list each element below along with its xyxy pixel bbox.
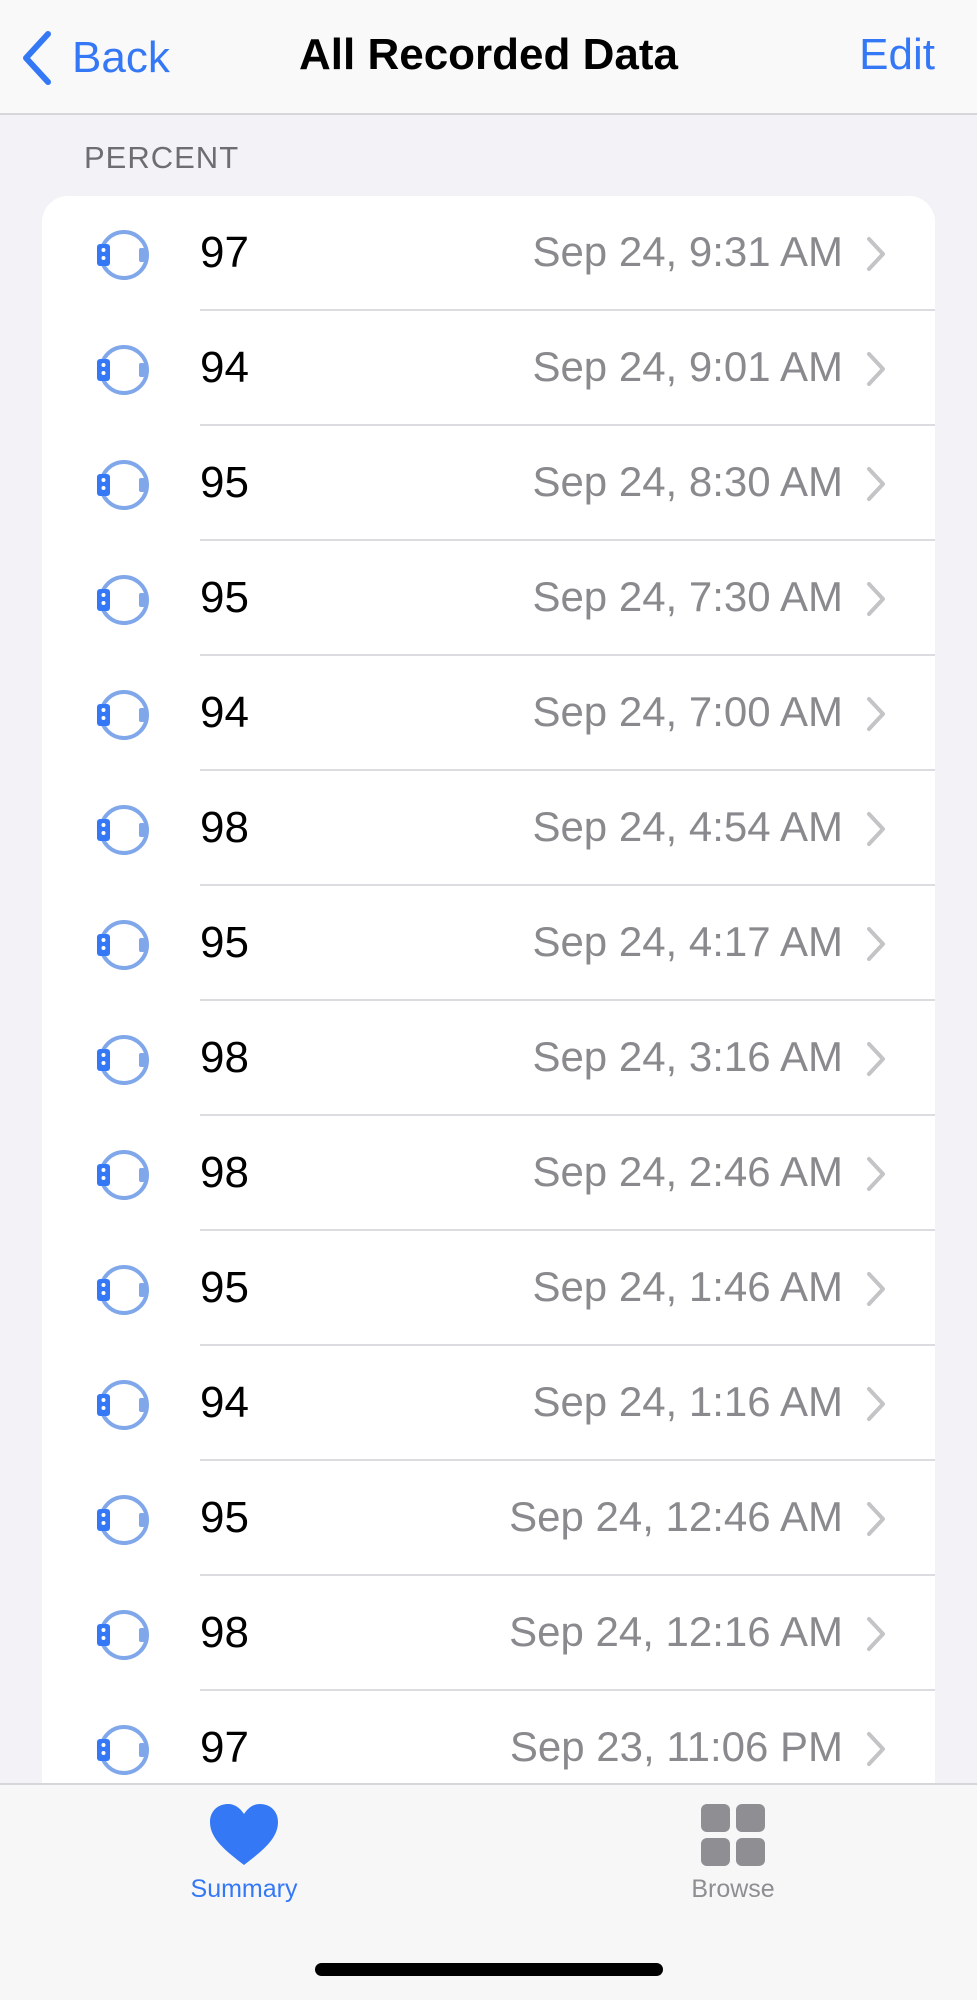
tab-summary-label: Summary	[190, 1875, 298, 1903]
record-value: 95	[200, 458, 249, 507]
apple-watch-icon	[94, 687, 150, 743]
record-value: 95	[200, 573, 249, 622]
record-date: Sep 24, 4:17 AM	[532, 918, 843, 965]
records-list: 97 Sep 24, 9:31 AM 94 Sep 24, 9:01 AM 95 Sep …	[42, 196, 935, 1806]
record-date: Sep 23, 11:06 PM	[509, 1723, 843, 1770]
edit-button[interactable]: Edit	[859, 30, 935, 80]
record-row[interactable]: 98 Sep 24, 12:16 AM	[42, 1576, 935, 1691]
apple-watch-icon	[94, 1722, 150, 1778]
apple-watch-icon	[94, 1032, 150, 1088]
chevron-right-icon	[865, 811, 887, 847]
record-date: Sep 24, 4:54 AM	[532, 803, 843, 850]
record-row[interactable]: 95 Sep 24, 7:30 AM	[42, 541, 935, 656]
record-row[interactable]: 98 Sep 24, 3:16 AM	[42, 1001, 935, 1116]
record-row[interactable]: 98 Sep 24, 4:54 AM	[42, 771, 935, 886]
record-value: 97	[200, 228, 249, 277]
screen: Back All Recorded Data Edit PERCENT 97 Se…	[0, 0, 977, 2000]
tab-browse-label: Browse	[691, 1875, 775, 1903]
record-value: 98	[200, 1033, 249, 1082]
record-value: 94	[200, 1378, 249, 1427]
apple-watch-icon	[94, 227, 150, 283]
record-row[interactable]: 94 Sep 24, 7:00 AM	[42, 656, 935, 771]
record-row[interactable]: 95 Sep 24, 1:46 AM	[42, 1231, 935, 1346]
record-value: 98	[200, 1148, 249, 1197]
home-indicator	[315, 1963, 663, 1976]
chevron-right-icon	[865, 351, 887, 387]
record-date: Sep 24, 12:16 AM	[509, 1608, 843, 1655]
apple-watch-icon	[94, 1262, 150, 1318]
navigation-bar: Back All Recorded Data Edit	[0, 0, 977, 115]
record-date: Sep 24, 9:31 AM	[532, 228, 843, 275]
record-row[interactable]: 98 Sep 24, 2:46 AM	[42, 1116, 935, 1231]
page-title: All Recorded Data	[299, 30, 678, 79]
apple-watch-icon	[94, 457, 150, 513]
record-value: 94	[200, 688, 249, 737]
chevron-right-icon	[865, 1501, 887, 1537]
chevron-right-icon	[865, 926, 887, 962]
record-value: 95	[200, 1493, 249, 1542]
record-date: Sep 24, 1:46 AM	[532, 1263, 843, 1310]
record-value: 95	[200, 918, 249, 967]
chevron-right-icon	[865, 1271, 887, 1307]
chevron-right-icon	[865, 1156, 887, 1192]
chevron-right-icon	[865, 581, 887, 617]
record-value: 95	[200, 1263, 249, 1312]
tab-browse[interactable]: Browse	[633, 1803, 833, 1904]
record-date: Sep 24, 12:46 AM	[509, 1493, 843, 1540]
record-value: 97	[200, 1723, 249, 1772]
record-row[interactable]: 95 Sep 24, 8:30 AM	[42, 426, 935, 541]
record-row[interactable]: 94 Sep 24, 1:16 AM	[42, 1346, 935, 1461]
record-row[interactable]: 95 Sep 24, 4:17 AM	[42, 886, 935, 1001]
grid-icon	[701, 1804, 765, 1866]
chevron-right-icon	[865, 466, 887, 502]
section-header: PERCENT	[84, 140, 240, 175]
chevron-right-icon	[865, 1731, 887, 1767]
record-row[interactable]: 95 Sep 24, 12:46 AM	[42, 1461, 935, 1576]
apple-watch-icon	[94, 1492, 150, 1548]
chevron-right-icon	[865, 1616, 887, 1652]
record-date: Sep 24, 7:30 AM	[532, 573, 843, 620]
record-date: Sep 24, 9:01 AM	[532, 343, 843, 390]
apple-watch-icon	[94, 342, 150, 398]
heart-icon	[210, 1804, 278, 1865]
apple-watch-icon	[94, 917, 150, 973]
record-date: Sep 24, 7:00 AM	[532, 688, 843, 735]
chevron-right-icon	[865, 236, 887, 272]
record-value: 98	[200, 1608, 249, 1657]
chevron-right-icon	[865, 1041, 887, 1077]
apple-watch-icon	[94, 572, 150, 628]
record-value: 98	[200, 803, 249, 852]
apple-watch-icon	[94, 1147, 150, 1203]
chevron-right-icon	[865, 1386, 887, 1422]
record-row[interactable]: 97 Sep 24, 9:31 AM	[42, 196, 935, 311]
record-date: Sep 24, 8:30 AM	[532, 458, 843, 505]
apple-watch-icon	[94, 802, 150, 858]
record-date: Sep 24, 3:16 AM	[532, 1033, 843, 1080]
record-date: Sep 24, 2:46 AM	[532, 1148, 843, 1195]
record-row[interactable]: 94 Sep 24, 9:01 AM	[42, 311, 935, 426]
record-date: Sep 24, 1:16 AM	[532, 1378, 843, 1425]
chevron-right-icon	[865, 696, 887, 732]
apple-watch-icon	[94, 1377, 150, 1433]
apple-watch-icon	[94, 1607, 150, 1663]
record-value: 94	[200, 343, 249, 392]
tab-summary[interactable]: Summary	[144, 1803, 344, 1904]
